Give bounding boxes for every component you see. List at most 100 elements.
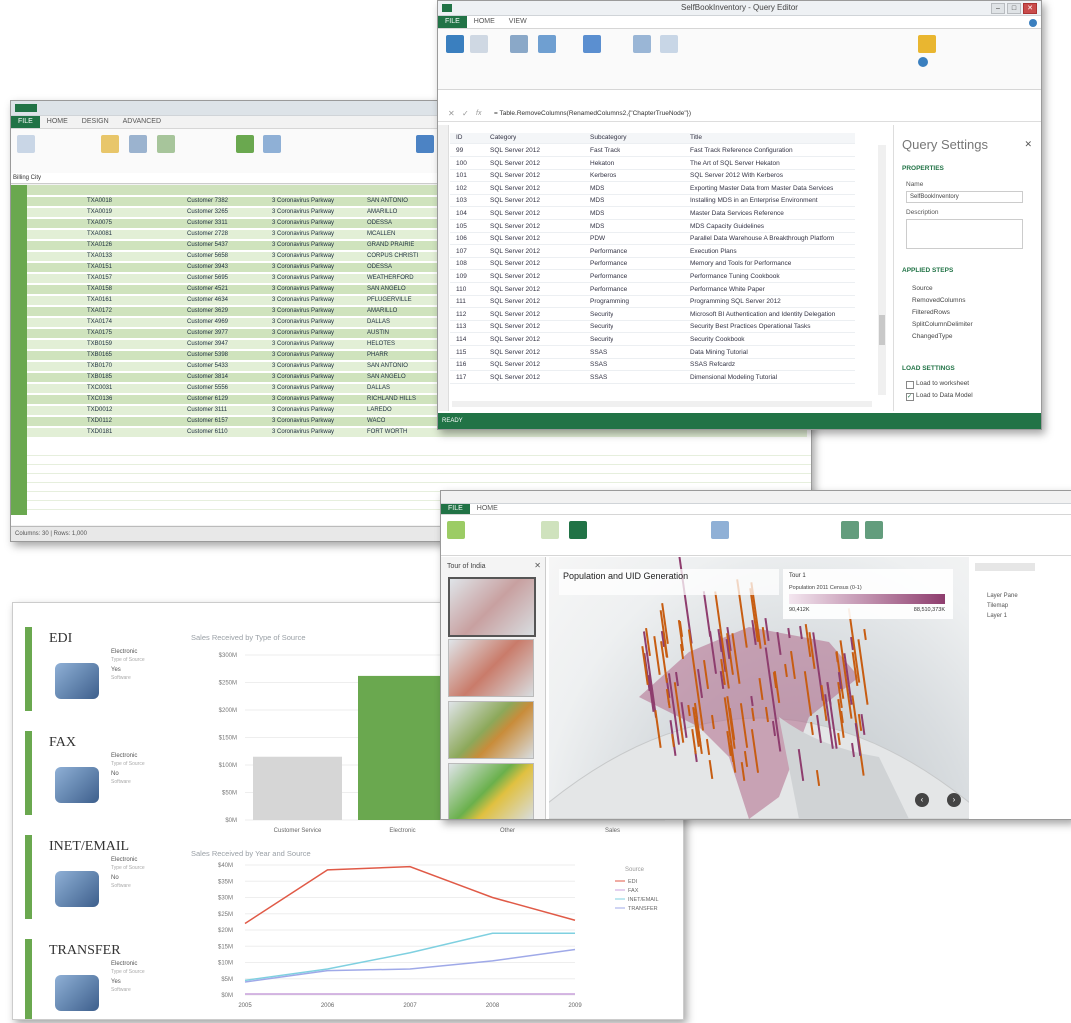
sort-icon[interactable] xyxy=(583,35,601,53)
table-cell[interactable]: Customer 5437 xyxy=(187,241,228,250)
table-row[interactable]: 116 SQL Server 2012 SSAS SSAS Refcardz xyxy=(450,360,855,372)
table-cell[interactable]: PFLUGERVILLE xyxy=(367,296,412,305)
maximize-button[interactable]: □ xyxy=(1007,3,1021,14)
table-cell[interactable]: SQL Server 2012 xyxy=(490,234,540,244)
table-cell[interactable]: SQL Server 2012 xyxy=(490,322,540,332)
filter-icon[interactable] xyxy=(157,135,175,153)
table-cell[interactable]: 3 Coronavirus Parkway xyxy=(272,373,334,382)
table-cell[interactable]: SAN ANGELO xyxy=(367,373,406,382)
tour-editor-icon[interactable] xyxy=(841,521,859,539)
source-card[interactable]: INET/EMAIL Electronic Type of Source No Soft… xyxy=(25,835,175,919)
table-row[interactable]: 111 SQL Server 2012 Programming Programming… xyxy=(450,297,855,309)
table-cell[interactable]: TXA0151 xyxy=(87,263,112,272)
table-cell[interactable]: SQL Server 2012 xyxy=(490,196,540,206)
calculations-icon[interactable] xyxy=(416,135,434,153)
layer-item-3[interactable]: Layer 1 xyxy=(987,613,1007,619)
apply-close-icon[interactable] xyxy=(446,35,464,53)
series-line-edi[interactable] xyxy=(244,865,576,925)
table-cell[interactable]: TXD0181 xyxy=(87,428,112,437)
table-cell[interactable]: Customer 3943 xyxy=(187,263,228,272)
tab-design[interactable]: DESIGN xyxy=(75,116,116,128)
table-cell[interactable]: 3 Coronavirus Parkway xyxy=(272,428,334,437)
table-cell[interactable]: Master Data Services Reference xyxy=(690,209,784,219)
table-cell[interactable]: TXC0031 xyxy=(87,384,112,393)
table-cell[interactable]: SQL Server 2012 xyxy=(490,184,540,194)
table-cell[interactable]: 107 xyxy=(456,247,467,257)
table-cell[interactable]: Security xyxy=(590,310,613,320)
source-card[interactable]: EDI Electronic Type of Source Yes Software xyxy=(25,627,175,711)
table-cell[interactable]: WACO xyxy=(367,417,385,426)
table-cell[interactable]: TXA0174 xyxy=(87,318,112,327)
table-cell[interactable]: SQL Server 2012 xyxy=(490,285,540,295)
scene-thumbnail-3[interactable] xyxy=(448,701,534,759)
table-cell[interactable]: Execution Plans xyxy=(690,247,737,257)
table-cell[interactable]: SQL Server 2012 xyxy=(490,259,540,269)
layer-pane-icon[interactable] xyxy=(865,521,883,539)
table-cell[interactable]: 101 xyxy=(456,171,467,181)
table-cell[interactable]: Installing MDS in an Enterprise Environm… xyxy=(690,196,818,206)
tab-home[interactable]: HOME xyxy=(467,16,502,28)
table-cell[interactable]: SQL Server 2012 xyxy=(490,348,540,358)
name-field[interactable]: SelfBookInventory xyxy=(906,191,1023,203)
table-cell[interactable]: Customer 5556 xyxy=(187,384,228,393)
table-cell[interactable]: SSAS Refcardz xyxy=(690,360,735,370)
table-cell[interactable]: TXA0158 xyxy=(87,285,112,294)
table-cell[interactable]: 3 Coronavirus Parkway xyxy=(272,274,334,283)
table-icon[interactable] xyxy=(129,135,147,153)
help-icon[interactable] xyxy=(918,57,928,67)
table-cell[interactable]: SAN ANTONIO xyxy=(367,197,408,206)
table-cell[interactable]: 3 Coronavirus Parkway xyxy=(272,329,334,338)
table-cell[interactable]: SQL Server 2012 xyxy=(490,272,540,282)
scene-thumbnail-4[interactable] xyxy=(448,763,534,819)
table-cell[interactable]: Hekaton xyxy=(590,159,614,169)
scrollbar-thumb[interactable] xyxy=(879,315,885,345)
table-cell[interactable]: TXA0019 xyxy=(87,208,112,217)
table-cell[interactable]: MCALLEN xyxy=(367,230,395,239)
close-tour-icon[interactable]: ✕ xyxy=(534,561,541,570)
table-cell[interactable]: Customer 6110 xyxy=(187,428,228,437)
table-row[interactable]: 107 SQL Server 2012 Performance Execution P… xyxy=(450,247,855,258)
table-cell[interactable]: Fast Track xyxy=(590,146,620,156)
table-cell[interactable]: SQL Server 2012 xyxy=(490,373,540,383)
table-cell[interactable]: 105 xyxy=(456,222,467,232)
table-cell[interactable]: SSAS xyxy=(590,360,607,370)
refresh-icon[interactable] xyxy=(470,35,488,53)
table-cell[interactable]: SSAS xyxy=(590,373,607,383)
table-cell[interactable]: Customer 4969 xyxy=(187,318,228,327)
description-field[interactable] xyxy=(906,219,1023,249)
table-cell[interactable]: 3 Coronavirus Parkway xyxy=(272,241,334,250)
table-cell[interactable]: Customer 3265 xyxy=(187,208,228,217)
table-cell[interactable]: SQL Server 2012 With Kerberos xyxy=(690,171,783,181)
table-cell[interactable]: SQL Server 2012 xyxy=(490,222,540,232)
table-cell[interactable]: Security Cookbook xyxy=(690,335,745,345)
table-cell[interactable]: SQL Server 2012 xyxy=(490,171,540,181)
table-cell[interactable]: TXC0136 xyxy=(87,395,112,404)
table-cell[interactable]: Performance White Paper xyxy=(690,285,765,295)
ribbon-help-icon[interactable] xyxy=(1029,19,1037,27)
table-cell[interactable]: Customer 4521 xyxy=(187,285,228,294)
table-cell[interactable]: Security xyxy=(590,322,613,332)
col-id[interactable]: ID xyxy=(456,133,463,143)
table-cell[interactable]: DALLAS xyxy=(367,318,390,327)
table-cell[interactable]: Performance Tuning Cookbook xyxy=(690,272,780,282)
table-cell[interactable]: Performance xyxy=(590,247,627,257)
table-cell[interactable]: 3 Coronavirus Parkway xyxy=(272,395,334,404)
scene-thumbnail-2[interactable] xyxy=(448,639,534,697)
table-cell[interactable]: SQL Server 2012 xyxy=(490,247,540,257)
table-cell[interactable]: 3 Coronavirus Parkway xyxy=(272,208,334,217)
table-cell[interactable]: TXA0075 xyxy=(87,219,112,228)
applied-step[interactable]: Source xyxy=(912,285,933,292)
table-cell[interactable]: 116 xyxy=(456,360,466,370)
table-row[interactable]: 114 SQL Server 2012 Security Security Cookb… xyxy=(450,335,855,346)
table-cell[interactable]: Microsoft BI Authentication and Identity… xyxy=(690,310,835,320)
table-cell[interactable]: AUSTIN xyxy=(367,329,389,338)
close-button[interactable]: ✕ xyxy=(1023,3,1037,14)
table-cell[interactable]: SQL Server 2012 xyxy=(490,310,540,320)
table-cell[interactable]: PDW xyxy=(590,234,605,244)
table-row[interactable]: 105 SQL Server 2012 MDS MDS Capacity Guidel… xyxy=(450,222,855,233)
remove-columns-icon[interactable] xyxy=(538,35,556,53)
table-cell[interactable]: FORT WORTH xyxy=(367,428,407,437)
layer-item-2[interactable]: Tilemap xyxy=(987,603,1008,609)
table-cell[interactable]: Performance xyxy=(590,259,627,269)
source-card[interactable]: TRANSFER Electronic Type of Source Yes Softw… xyxy=(25,939,175,1019)
